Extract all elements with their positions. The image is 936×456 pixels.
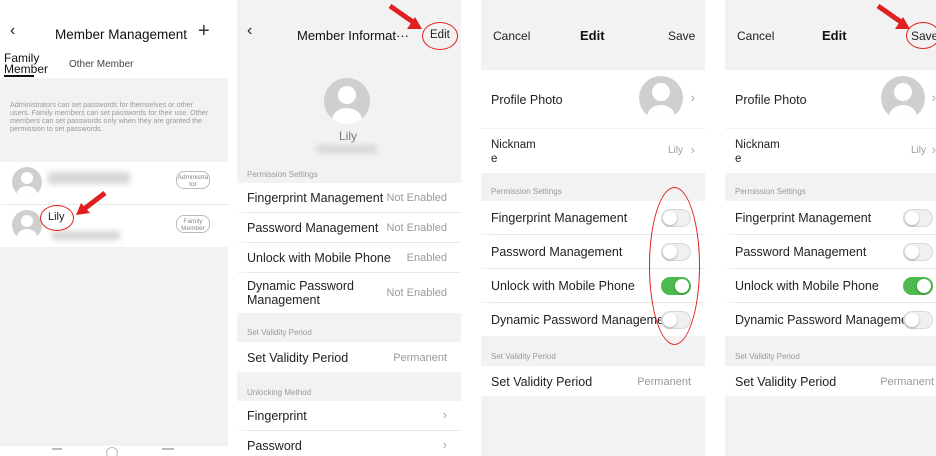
plus-icon[interactable]: + xyxy=(198,20,210,43)
section-unlocking-method: Unlocking Method xyxy=(247,388,312,397)
toggle-dynamic[interactable] xyxy=(903,311,933,329)
notice-text: Administrators can set passwords for the… xyxy=(10,100,209,133)
avatar xyxy=(324,78,370,124)
profile-photo-row[interactable]: Profile Photo › xyxy=(725,70,936,128)
chevron-left-icon[interactable]: ‹ xyxy=(247,22,252,40)
redacted-name xyxy=(48,172,130,184)
perm-status: Enabled xyxy=(406,252,447,264)
tab-family-label-line2: Member xyxy=(4,62,49,76)
member-information-screen: ‹ Member Informat··· Edit Lily Permissio… xyxy=(237,0,461,456)
validity-row[interactable]: Set Validity Period Permanent xyxy=(481,366,705,396)
redacted-info xyxy=(317,145,377,153)
member-row-lily[interactable]: Lily Family Member xyxy=(0,205,228,247)
perm-row-password: Password Management xyxy=(725,235,936,268)
annotation-circle xyxy=(40,205,74,231)
annotation-circle xyxy=(649,187,700,345)
member-management-screen: ‹ Member Management + Family Member Othe… xyxy=(0,0,228,456)
profile-photo-row[interactable]: Profile Photo › xyxy=(481,70,705,128)
method-row-password[interactable]: Password › xyxy=(237,431,461,456)
home-icon[interactable] xyxy=(106,447,118,456)
status-badge-family: Family Member xyxy=(176,215,210,233)
avatar xyxy=(12,210,42,240)
nickname-row[interactable]: Nicknam e Lily › xyxy=(725,129,936,173)
page-title: Edit xyxy=(822,28,847,43)
page-title: Edit xyxy=(580,28,605,43)
perm-row-dynamic: Dynamic Password Management xyxy=(725,303,936,336)
toggle-password[interactable] xyxy=(903,243,933,261)
chevron-right-icon: › xyxy=(442,437,447,452)
back-nav-icon[interactable] xyxy=(162,448,174,450)
cancel-button[interactable]: Cancel xyxy=(737,29,774,43)
annotation-arrow-icon xyxy=(76,191,107,215)
status-badge-admin: Administra tor xyxy=(176,171,210,189)
menu-icon[interactable] xyxy=(52,448,62,450)
redacted-info xyxy=(52,231,120,240)
perm-row-mobile: Unlock with Mobile Phone xyxy=(725,269,936,302)
chevron-right-icon: › xyxy=(690,142,695,157)
chevron-right-icon: › xyxy=(931,142,936,157)
annotation-circle xyxy=(422,22,458,50)
section-validity: Set Validity Period xyxy=(247,328,312,337)
save-button[interactable]: Save xyxy=(668,29,695,43)
edit-screen: Cancel Edit Save Profile Photo › Nicknam… xyxy=(481,0,705,456)
annotation-arrow-icon xyxy=(388,3,422,29)
perm-row-fingerprint: Fingerprint Management xyxy=(725,201,936,234)
chevron-right-icon: › xyxy=(690,90,695,105)
section-permission-settings: Permission Settings xyxy=(491,187,562,196)
chevron-left-icon[interactable]: ‹ xyxy=(10,22,15,40)
tab-other-member[interactable]: Other Member xyxy=(69,59,133,70)
member-row-admin[interactable]: Administra tor xyxy=(0,162,228,204)
cancel-button[interactable]: Cancel xyxy=(493,29,530,43)
toggle-mobile[interactable] xyxy=(903,277,933,295)
perm-row-fingerprint: Fingerprint Management Not Enabled xyxy=(237,183,461,212)
tab-family-member[interactable]: Family Member xyxy=(4,52,49,76)
section-permission-settings: Permission Settings xyxy=(247,170,318,179)
section-validity: Set Validity Period xyxy=(735,352,800,361)
method-row-fingerprint[interactable]: Fingerprint › xyxy=(237,401,461,430)
perm-row-mobile: Unlock with Mobile Phone Enabled xyxy=(237,243,461,272)
section-permission-settings: Permission Settings xyxy=(735,187,806,196)
toggle-fingerprint[interactable] xyxy=(903,209,933,227)
avatar xyxy=(12,167,42,197)
member-name: Lily xyxy=(339,129,358,143)
avatar xyxy=(881,76,925,120)
page-title: Member Management xyxy=(55,27,188,42)
validity-row[interactable]: Set Validity Period Permanent xyxy=(725,366,936,396)
validity-row[interactable]: Set Validity Period Permanent xyxy=(237,342,461,372)
avatar xyxy=(639,76,683,120)
chevron-right-icon: › xyxy=(442,407,447,422)
chevron-right-icon: › xyxy=(931,90,936,105)
perm-row-password: Password Management Not Enabled xyxy=(237,213,461,242)
edit-screen-save: Cancel Edit Save Profile Photo › Nicknam… xyxy=(725,0,936,456)
perm-status: Not Enabled xyxy=(386,192,447,204)
nickname-row[interactable]: Nicknam e Lily › xyxy=(481,129,705,173)
perm-status: Not Enabled xyxy=(386,287,447,299)
annotation-arrow-icon xyxy=(876,3,910,29)
tab-active-indicator xyxy=(4,75,34,77)
perm-status: Not Enabled xyxy=(386,222,447,234)
perm-row-dynamic: Dynamic Password Management Not Enabled xyxy=(237,273,461,313)
section-validity: Set Validity Period xyxy=(491,352,556,361)
